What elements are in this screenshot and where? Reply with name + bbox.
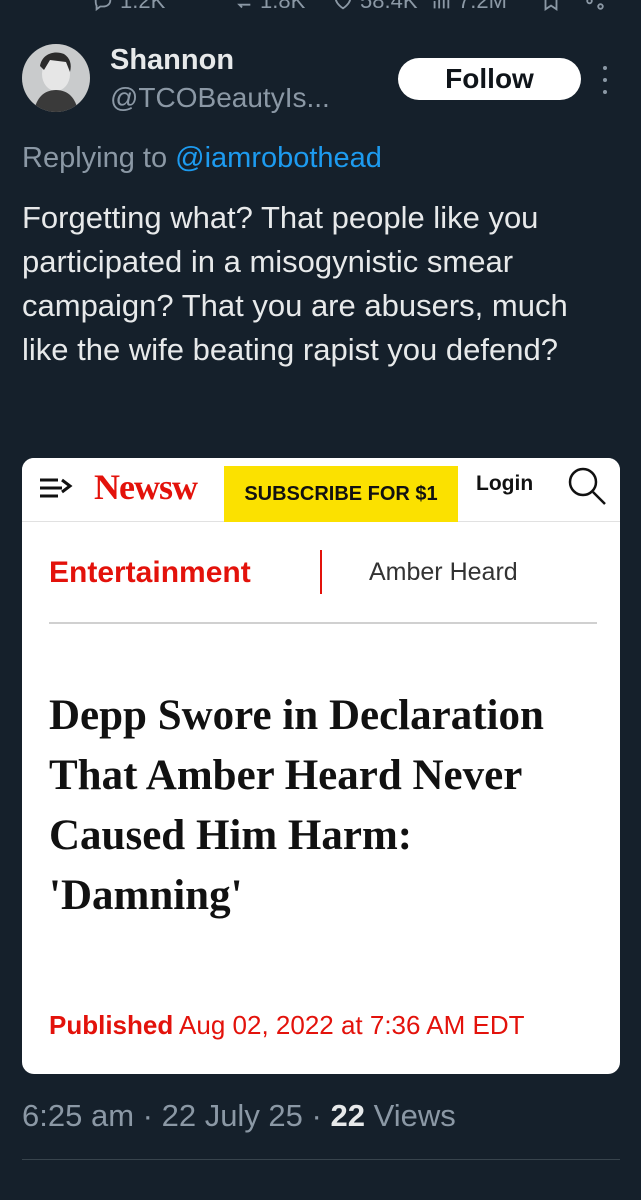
like-action[interactable]: 58.4K (332, 0, 418, 16)
reply-icon (94, 0, 112, 12)
replying-prefix: Replying to (22, 142, 168, 174)
tweet-action-bar: 1.2K 1.8K 58.4K 7.2M (0, 0, 641, 16)
avatar-photo-icon (22, 44, 90, 112)
newsweek-header: Newsw SUBSCRIBE FOR $1 Login (22, 458, 620, 522)
article-headline: Depp Swore in Declaration That Amber Hea… (49, 692, 544, 919)
published-date: Aug 02, 2022 at 7:36 AM EDT (179, 1010, 525, 1040)
bookmark-action[interactable] (540, 0, 562, 16)
share-icon (586, 0, 604, 10)
meta-separator: · (311, 1098, 322, 1133)
post-date[interactable]: 22 July 25 (162, 1098, 303, 1133)
repost-count: 1.8K (260, 0, 306, 13)
views-label: Views (373, 1098, 456, 1133)
section-divider (320, 550, 322, 594)
follow-button[interactable]: Follow (398, 58, 581, 100)
reply-action[interactable]: 1.2K (92, 0, 165, 16)
views-bar-icon (433, 0, 450, 9)
views-count-top: 7.2M (458, 0, 507, 13)
more-options-icon[interactable] (600, 66, 610, 94)
reply-count: 1.2K (120, 0, 166, 13)
meta-separator: · (142, 1098, 153, 1133)
author-handle[interactable]: @TCOBeautyIs... (110, 82, 330, 114)
topic-tag: Amber Heard (369, 558, 518, 586)
bookmark-icon (544, 0, 558, 11)
subscribe-button: SUBSCRIBE FOR $1 (224, 466, 458, 522)
section-label: Entertainment (49, 556, 251, 589)
post-meta: 6:25 am · 22 July 25 · 22 Views (22, 1098, 456, 1134)
article-screenshot[interactable]: Newsw SUBSCRIBE FOR $1 Login Entertainme… (22, 458, 620, 1074)
views-count: 22 (330, 1098, 365, 1133)
published-line: Published Aug 02, 2022 at 7:36 AM EDT (49, 1010, 525, 1041)
divider (22, 1159, 620, 1160)
published-label: Published (49, 1010, 174, 1040)
repost-icon (237, 3, 251, 9)
heart-icon (335, 0, 351, 10)
menu-icon (40, 478, 73, 498)
horizontal-rule (49, 622, 597, 624)
replying-to-mention[interactable]: @iamrobothead (175, 142, 382, 174)
repost-action[interactable]: 1.8K (232, 0, 305, 16)
share-action[interactable] (584, 0, 606, 16)
newsweek-logo: Newsw (94, 467, 198, 507)
author-name[interactable]: Shannon (110, 44, 234, 77)
search-icon (568, 467, 606, 505)
views-action[interactable]: 7.2M (430, 0, 507, 16)
post-text: Forgetting what? That people like you pa… (22, 200, 568, 367)
like-count: 58.4K (360, 0, 418, 13)
replying-to: Replying to @iamrobothead (22, 142, 382, 175)
avatar[interactable] (22, 44, 90, 112)
login-link: Login (476, 472, 534, 495)
post-time[interactable]: 6:25 am (22, 1098, 134, 1133)
